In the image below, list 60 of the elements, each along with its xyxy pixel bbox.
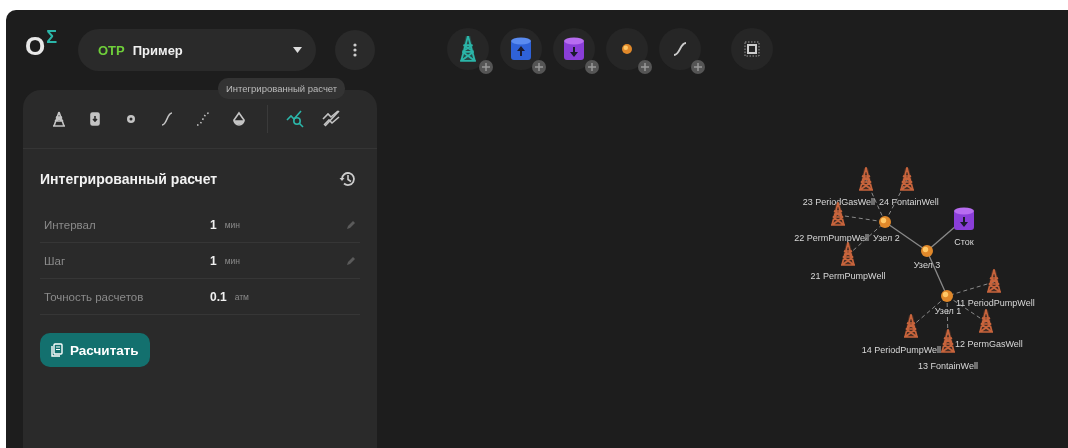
junction-node xyxy=(879,216,891,228)
node-label: 21 PermPumpWell xyxy=(810,271,886,281)
plus-icon xyxy=(691,60,705,74)
panel-title: Интегрированный расчет xyxy=(40,171,218,187)
oil-derrick-icon xyxy=(899,167,915,191)
double-trend-icon xyxy=(322,110,342,128)
plus-icon xyxy=(638,60,652,74)
oil-derrick-icon xyxy=(903,314,919,338)
tooltip: Интегрированный расчет xyxy=(218,78,346,99)
oil-derrick-icon xyxy=(940,329,956,353)
select-area-icon xyxy=(744,41,760,57)
node-label: Узел 2 xyxy=(873,233,900,243)
oil-derrick-icon xyxy=(459,36,477,62)
plus-icon xyxy=(532,60,546,74)
caret-icon xyxy=(293,47,302,53)
history-icon[interactable] xyxy=(339,170,357,188)
parameter-label: Интервал xyxy=(44,218,97,231)
dotted-curve-icon xyxy=(195,111,211,127)
oil-derrick-icon xyxy=(840,242,856,266)
oil-derrick-icon xyxy=(51,111,67,127)
oil-derrick-icon xyxy=(986,269,1002,293)
add-object-button[interactable] xyxy=(731,28,773,70)
node-label: 12 PermGasWell xyxy=(955,339,1023,349)
parameter-value: 1 xyxy=(210,253,217,268)
curve-icon xyxy=(159,111,175,127)
barrel-icon xyxy=(511,37,531,61)
barrel-icon xyxy=(87,111,103,127)
parameter-label: Шаг xyxy=(44,254,67,267)
unit-label: мин xyxy=(224,219,240,230)
parameter-value: 1 xyxy=(210,217,217,232)
junction-node xyxy=(921,245,933,257)
parameter-label: Точность расчетов xyxy=(44,290,145,303)
more-menu-button[interactable] xyxy=(335,30,375,70)
node-label: 13 FontainWell xyxy=(918,361,978,371)
barrel-icon xyxy=(954,207,974,230)
node-label: Узел 1 xyxy=(934,306,962,316)
unit-label: атм xyxy=(234,291,249,302)
chart-search-icon xyxy=(286,110,306,128)
junction-node xyxy=(941,290,953,302)
project-selector[interactable]: OTP Пример xyxy=(78,29,316,71)
plus-icon xyxy=(479,60,493,74)
barrel-icon xyxy=(564,37,584,61)
plus-icon xyxy=(585,60,599,74)
node-label: 11 PeriodPumpWell xyxy=(956,298,1035,308)
node-label: 22 PermPumpWell xyxy=(794,233,869,243)
oil-derrick-icon xyxy=(858,167,874,191)
oil-derrick-icon xyxy=(978,309,994,333)
node-label: Сток xyxy=(954,237,974,247)
node-label: 24 FontainWell xyxy=(879,197,939,207)
node-label: Узел 3 xyxy=(913,260,941,270)
curve-icon xyxy=(672,41,688,57)
drop-icon xyxy=(231,111,247,127)
node-label: 14 PeriodPumpWell xyxy=(861,345,941,355)
document-icon xyxy=(51,343,63,357)
more-icon xyxy=(353,43,357,57)
node-icon xyxy=(621,43,633,55)
calculate-button[interactable]: Расчитать xyxy=(40,333,150,367)
unit-label: мин xyxy=(224,255,240,266)
parameter-value: 0.1 xyxy=(210,289,227,304)
node-label: 23 PeriodGasWell xyxy=(802,197,875,207)
